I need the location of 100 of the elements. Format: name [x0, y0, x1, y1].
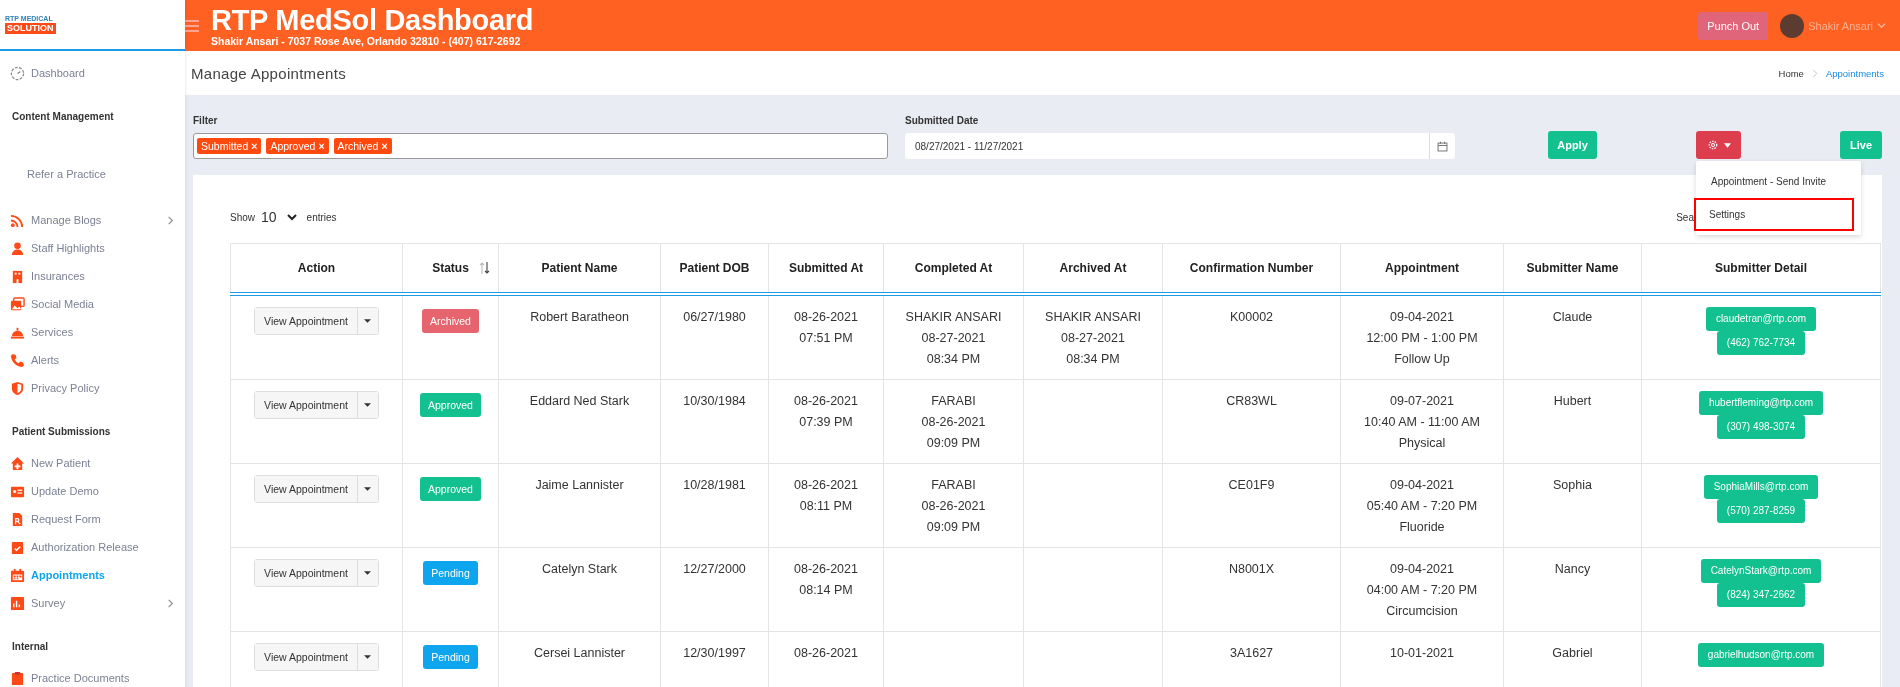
sidebar-item[interactable]: Alerts — [0, 346, 185, 374]
filter-field[interactable]: Submitted × Approved × Archived × — [193, 133, 888, 159]
table-cell-text: Eddard Ned Stark — [529, 393, 630, 410]
table-cell-text: 08-26-2021 08:14 PM — [794, 561, 858, 599]
table-cell-text: Claude — [1552, 309, 1593, 326]
sidebar-item[interactable]: Practice Documents — [0, 664, 185, 687]
caret-icon — [364, 655, 372, 659]
live-button[interactable]: Live — [1840, 131, 1882, 159]
table-cell-text: 08-26-2021 07:51 PM — [794, 309, 858, 347]
table-cell-text: 08-26-2021 07:39 PM — [794, 393, 858, 431]
tag-remove-button[interactable]: × — [251, 140, 258, 152]
view-appointment-button[interactable]: View Appointment — [255, 560, 358, 586]
gauge-icon — [10, 65, 25, 81]
column-header[interactable]: Status — [432, 261, 469, 275]
table-cell-text: SHAKIR ANSARI 08-27-2021 08:34 PM — [1045, 309, 1141, 368]
sidebar-item[interactable]: Staff Highlights — [0, 234, 185, 262]
dashboard-title: RTP MedSol Dashboard — [211, 4, 535, 35]
column-header: Confirmation Number — [1189, 261, 1314, 275]
apply-button[interactable]: Apply — [1548, 131, 1597, 159]
sidebar-item[interactable]: Survey — [0, 589, 185, 617]
column-header: Archived At — [1059, 261, 1127, 275]
page-size-select[interactable]: 10 — [261, 209, 297, 225]
table-cell-text: Catelyn Stark — [542, 561, 617, 578]
page-title: Manage Appointments — [191, 64, 346, 82]
table-cell-text: 09-07-2021 10:40 AM - 11:00 AM Physical — [1364, 393, 1480, 452]
entries-label: entries — [306, 211, 337, 223]
email-badge: claudetran@rtp.com — [1705, 307, 1817, 331]
bar-chart-icon — [10, 595, 25, 611]
status-badge: Approved — [420, 393, 481, 417]
building-icon — [10, 268, 25, 284]
menu-item[interactable]: Appointment - Send Invite — [1696, 165, 1861, 198]
table-cell-text: Hubert — [1553, 393, 1592, 410]
sidebar-item[interactable]: New Patient — [0, 449, 185, 477]
tag-label: Submitted — [201, 140, 249, 152]
punch-out-button[interactable]: Punch Out — [1698, 11, 1769, 40]
phone-badge: (570) 287-8259 — [1716, 499, 1806, 523]
sidebar-heading: Patient Submissions — [11, 425, 112, 439]
table-cell-text: SHAKIR ANSARI 08-27-2021 08:34 PM — [905, 309, 1002, 368]
sidebar-item[interactable]: Social Media — [0, 290, 185, 318]
table-cell-text: N8001X — [1228, 561, 1275, 578]
table-cell-text: 12/27/2000 — [683, 561, 746, 578]
sidebar-item[interactable]: Manage Blogs — [0, 206, 185, 234]
tag-label: Archived — [337, 140, 379, 152]
column-header: Appointment — [1385, 261, 1459, 275]
table-cell-text: Jaime Lannister — [535, 477, 624, 494]
sort-icon[interactable] — [479, 261, 490, 275]
column-header: Action — [297, 261, 336, 275]
table-cell-text: 10/30/1984 — [683, 393, 746, 410]
tag-remove-button[interactable]: × — [381, 140, 388, 152]
breadcrumb-link[interactable]: Home — [1778, 67, 1804, 79]
filter-label: Filter — [193, 115, 219, 126]
table-cell-text: 10-01-2021 — [1390, 645, 1454, 662]
feed-icon — [10, 212, 25, 228]
calendar-icon[interactable] — [1437, 140, 1448, 152]
table-cell-text: Robert Baratheon — [530, 309, 629, 326]
breadcrumb-link[interactable]: Appointments — [1825, 67, 1884, 79]
date-range-field[interactable]: 08/27/2021 - 11/27/2021 — [905, 133, 1455, 159]
view-appointment-button[interactable]: View Appointment — [255, 644, 358, 670]
sidebar-item[interactable]: Privacy Policy — [0, 374, 185, 402]
sidebar-item[interactable]: Services — [0, 318, 185, 346]
sidebar-item[interactable]: Insurances — [0, 262, 185, 290]
tag-remove-button[interactable]: × — [318, 140, 325, 152]
table-cell-text: FARABI 08-26-2021 09:09 PM — [921, 393, 986, 452]
table-cell-text: Sophia — [1553, 477, 1592, 494]
sidebar-item[interactable]: Appointments — [0, 561, 185, 589]
email-badge: gabrielhudson@rtp.com — [1697, 643, 1825, 667]
phone-badge: (307) 498-3074 — [1716, 415, 1806, 439]
status-badge: Pending — [423, 645, 478, 669]
sidebar-item[interactable]: Update Demo — [0, 477, 185, 505]
chevron-down-icon — [286, 213, 297, 221]
tag-label: Approved — [270, 140, 316, 152]
date-label: Submitted Date — [905, 115, 980, 126]
table-cell-text: 09-04-2021 04:00 AM - 7:20 PM Circumcision — [1366, 561, 1478, 620]
view-appointment-button[interactable]: View Appointment — [255, 308, 358, 334]
shield-icon — [10, 380, 25, 396]
phone-badge: (824) 347-2662 — [1716, 583, 1806, 607]
table-cell-text: 12/30/1997 — [683, 645, 746, 662]
column-header: Patient DOB — [679, 261, 750, 275]
sidebar-item[interactable]: Dashboard — [0, 59, 185, 87]
sidebar-item[interactable]: Request Form — [0, 505, 185, 533]
table-cell-text: 08-26-2021 08:11 PM — [794, 477, 858, 515]
table-cell-text: 08-26-2021 — [794, 645, 858, 662]
caret-icon — [364, 487, 372, 491]
search-label: Sea — [1676, 211, 1694, 223]
avatar[interactable] — [1780, 13, 1805, 38]
table-cell-text: K00002 — [1229, 309, 1274, 326]
sidebar-heading: Content Management — [11, 110, 115, 124]
sidebar-item[interactable]: Refer a Practice — [0, 160, 185, 188]
view-appointment-button[interactable]: View Appointment — [255, 476, 358, 502]
sidebar-item[interactable]: Authorization Release — [0, 533, 185, 561]
table-cell-text: CE01F9 — [1228, 477, 1275, 494]
clipboard-icon — [10, 670, 25, 686]
column-header: Submitted At — [788, 261, 864, 275]
table-cell-text: Gabriel — [1552, 645, 1593, 662]
menu-item[interactable]: Settings — [1694, 198, 1854, 231]
table-cell-text: 06/27/1980 — [683, 309, 746, 326]
sidebar-heading: Internal — [11, 640, 50, 654]
view-appointment-button[interactable]: View Appointment — [255, 392, 358, 418]
column-header: Completed At — [914, 261, 993, 275]
table-cell-text: 09-04-2021 05:40 AM - 7:20 PM Fluoride — [1366, 477, 1478, 536]
